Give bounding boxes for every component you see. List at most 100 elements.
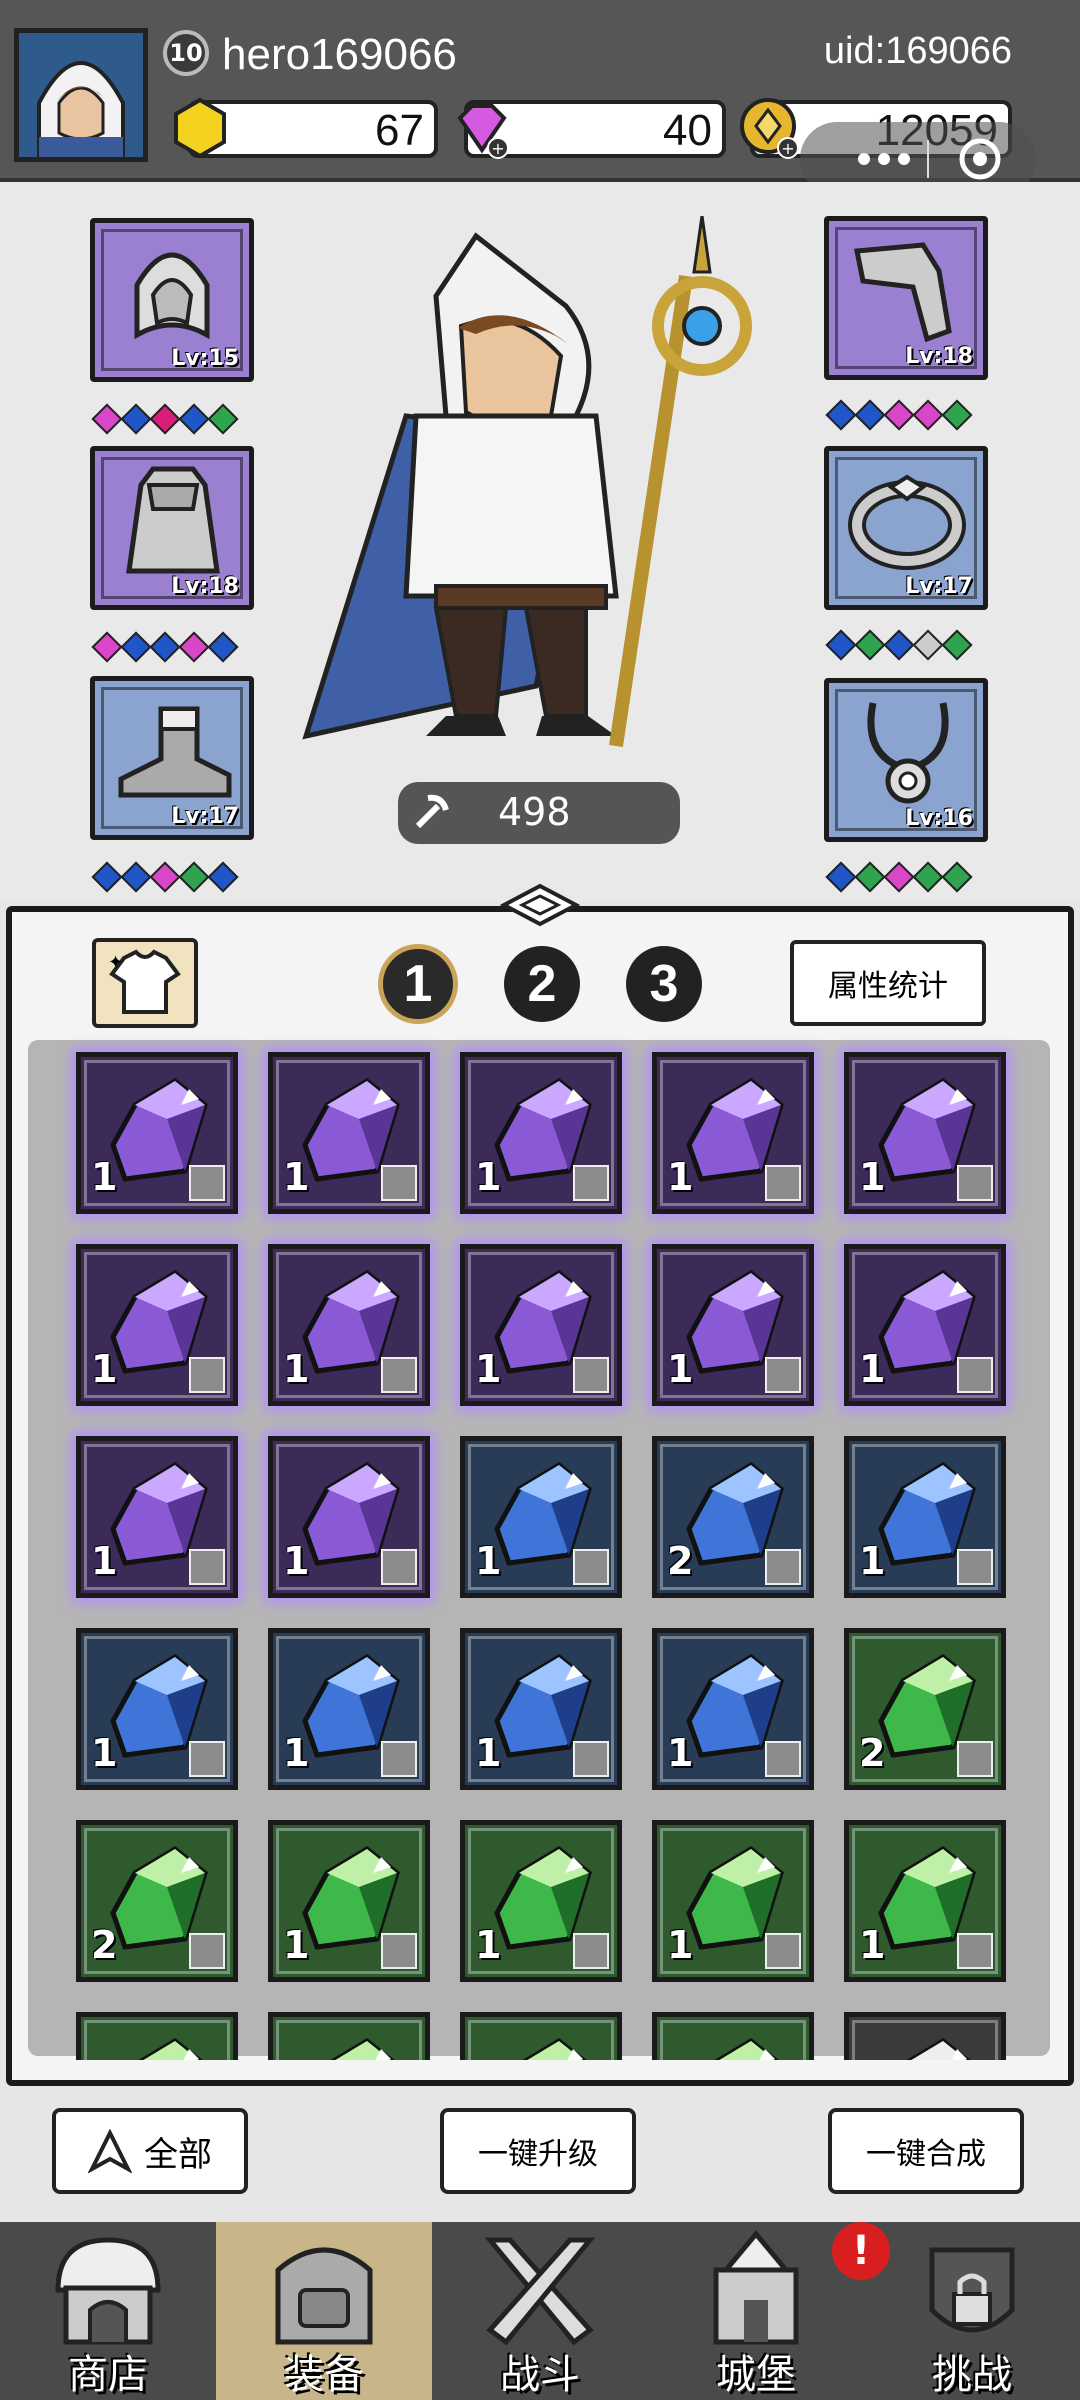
- gem-socket: [854, 861, 886, 893]
- inventory-cell[interactable]: 1: [268, 1820, 430, 1982]
- filter-all-button[interactable]: 全部: [52, 2108, 248, 2194]
- attribute-stats-button[interactable]: 属性统计: [790, 940, 986, 1026]
- gem-socket: [178, 403, 210, 435]
- equip-slot-cape[interactable]: Lv:18: [90, 446, 254, 610]
- inventory-cell[interactable]: [76, 2012, 238, 2060]
- item-count: 1: [667, 1731, 694, 1775]
- inventory-cell[interactable]: 1: [76, 1244, 238, 1406]
- gem-socket: [941, 861, 973, 893]
- item-count: 1: [475, 1923, 502, 1967]
- gem-socket: [91, 861, 123, 893]
- item-type-gloves-icon: [189, 1357, 225, 1393]
- inventory-cell[interactable]: [460, 2012, 622, 2060]
- item-type-ring-icon: [189, 1741, 225, 1777]
- nav-shop[interactable]: 商店: [0, 2222, 216, 2400]
- gem-socket: [883, 861, 915, 893]
- inventory-cell[interactable]: 1: [268, 1628, 430, 1790]
- equip-slot-ring[interactable]: Lv:17: [824, 446, 988, 610]
- inventory-cell[interactable]: 1: [652, 1052, 814, 1214]
- nav-challenge[interactable]: 挑战: [864, 2222, 1080, 2400]
- tab-3[interactable]: 3: [626, 946, 702, 1022]
- player-level-badge: 10: [163, 30, 209, 76]
- diamond-icon[interactable]: +: [450, 96, 514, 160]
- inventory-cell[interactable]: [652, 2012, 814, 2060]
- inventory-cell[interactable]: 1: [844, 1820, 1006, 1982]
- pickaxe-icon: [415, 794, 449, 829]
- item-count: 1: [475, 1347, 502, 1391]
- inventory-cell[interactable]: 2: [844, 1628, 1006, 1790]
- hood-icon: [134, 252, 210, 340]
- item-count: 1: [475, 1731, 502, 1775]
- inventory-cell[interactable]: 1: [268, 1244, 430, 1406]
- item-count: 1: [667, 1155, 694, 1199]
- coin-icon[interactable]: +: [738, 96, 802, 160]
- slot-level: Lv:15: [171, 346, 239, 371]
- backpack-icon: [275, 2247, 373, 2345]
- power-value: 498: [498, 790, 571, 834]
- nav-battle[interactable]: 战斗: [432, 2222, 648, 2400]
- upgrade-all-button[interactable]: 一键升级: [440, 2108, 636, 2194]
- inventory-cell[interactable]: 1: [76, 1628, 238, 1790]
- inventory-cell[interactable]: 1: [76, 1436, 238, 1598]
- item-type-boots-icon: [957, 1933, 993, 1969]
- equip-slot-hood[interactable]: Lv:15: [90, 218, 254, 382]
- tab-2[interactable]: 2: [504, 946, 580, 1022]
- wardrobe-button[interactable]: ✦: [92, 938, 198, 1028]
- inventory-cell[interactable]: [268, 2012, 430, 2060]
- hero-character: [286, 215, 796, 796]
- inventory-cell[interactable]: [844, 2012, 1006, 2060]
- gem-socket: [854, 399, 886, 431]
- tab-1[interactable]: 1: [378, 944, 458, 1024]
- equip-slot-necklace[interactable]: Lv:16: [824, 678, 988, 842]
- inventory-cell[interactable]: 1: [460, 1436, 622, 1598]
- inventory-cell[interactable]: 1: [844, 1436, 1006, 1598]
- inventory-cell[interactable]: 1: [268, 1052, 430, 1214]
- inventory-cell[interactable]: 1: [652, 1628, 814, 1790]
- inventory-cell[interactable]: 2: [76, 1820, 238, 1982]
- inventory-cell[interactable]: 1: [844, 1052, 1006, 1214]
- equip-slot-gloves[interactable]: Lv:18: [824, 216, 988, 380]
- item-count: 2: [91, 1923, 118, 1967]
- locked-knight-icon: [929, 2247, 1015, 2333]
- nav-label: 挑战: [932, 2352, 1012, 2398]
- item-count: 1: [91, 1539, 118, 1583]
- inventory-cell[interactable]: 1: [460, 1052, 622, 1214]
- item-type-hood-icon: [189, 1165, 225, 1201]
- item-type-ring-icon: [381, 1741, 417, 1777]
- gem-socket: [178, 631, 210, 663]
- slot-level: Lv:18: [905, 344, 973, 369]
- filter-label: 全部: [144, 2134, 212, 2175]
- nav-label: 商店: [68, 2352, 148, 2398]
- inventory-cell[interactable]: 1: [460, 1244, 622, 1406]
- player-avatar[interactable]: [14, 28, 148, 162]
- gem-sockets-necklace: [825, 861, 973, 893]
- inventory-cell[interactable]: 1: [652, 1820, 814, 1982]
- item-count: 1: [667, 1923, 694, 1967]
- ring-icon: [848, 474, 966, 570]
- inventory-cell[interactable]: 2: [652, 1436, 814, 1598]
- inventory-cell[interactable]: 1: [268, 1436, 430, 1598]
- inventory-cell[interactable]: 1: [460, 1820, 622, 1982]
- gem-sockets-gloves: [825, 399, 973, 431]
- equip-slot-boots[interactable]: Lv:17: [90, 676, 254, 840]
- nav-label: 城堡: [716, 2352, 796, 2398]
- svg-text:+: +: [491, 139, 504, 158]
- alert-badge: !: [832, 2222, 890, 2280]
- panel-ornament-icon: [499, 882, 581, 928]
- inventory-cell[interactable]: 1: [76, 1052, 238, 1214]
- item-count: 1: [283, 1731, 310, 1775]
- inventory-cell[interactable]: 1: [652, 1244, 814, 1406]
- svg-text:✦: ✦: [108, 952, 123, 973]
- shop-icon: [55, 2237, 161, 2345]
- crystal-icon: [522, 2037, 587, 2060]
- merge-all-button[interactable]: 一键合成: [828, 2108, 1024, 2194]
- inventory-cell[interactable]: 1: [844, 1244, 1006, 1406]
- player-name: hero169066: [222, 30, 457, 79]
- nav-equipment[interactable]: 装备: [216, 2222, 432, 2400]
- item-type-cape-icon: [381, 1165, 417, 1201]
- necklace-icon: [867, 702, 949, 804]
- crystal-icon: [330, 2037, 395, 2060]
- inventory-cell[interactable]: 1: [460, 1628, 622, 1790]
- item-type-ring-icon: [957, 1357, 993, 1393]
- item-count: 1: [475, 1539, 502, 1583]
